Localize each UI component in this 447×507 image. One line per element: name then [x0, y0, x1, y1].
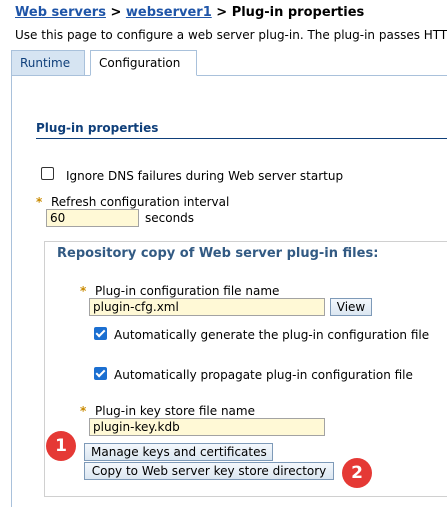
refresh-interval-label: Refresh configuration interval	[51, 195, 230, 209]
page-description: Use this page to configure a web server …	[15, 28, 447, 42]
key-store-input[interactable]	[89, 418, 325, 436]
copy-key-store-button[interactable]: Copy to Web server key store directory	[84, 462, 334, 480]
repository-title: Repository copy of Web server plug-in fi…	[57, 246, 379, 261]
refresh-interval-unit: seconds	[145, 211, 195, 225]
required-marker: *	[80, 284, 87, 298]
required-marker: *	[36, 195, 43, 209]
refresh-interval-input[interactable]	[46, 209, 139, 227]
auto-propagate-label: Automatically propagate plug-in configur…	[114, 368, 413, 382]
key-store-label: Plug-in key store file name	[95, 404, 255, 418]
breadcrumb-link-webserver1[interactable]: webserver1	[126, 5, 212, 20]
config-file-input[interactable]	[89, 298, 325, 316]
tab-configuration[interactable]: Configuration	[90, 50, 197, 76]
auto-generate-checkbox[interactable]	[94, 327, 107, 340]
auto-propagate-checkbox[interactable]	[94, 367, 107, 380]
manage-keys-button[interactable]: Manage keys and certificates	[84, 443, 273, 461]
breadcrumb: Web servers > webserver1 > Plug-in prope…	[15, 5, 364, 20]
config-file-label: Plug-in configuration file name	[95, 284, 280, 298]
breadcrumb-separator: >	[105, 5, 126, 20]
ignore-dns-label: Ignore DNS failures during Web server st…	[66, 169, 344, 183]
tab-runtime[interactable]: Runtime	[11, 50, 85, 76]
callout-marker-2: 2	[342, 458, 372, 488]
required-marker: *	[80, 404, 87, 418]
breadcrumb-current: Plug-in properties	[231, 5, 365, 20]
ignore-dns-checkbox[interactable]	[41, 167, 54, 180]
section-divider	[36, 138, 447, 139]
view-button[interactable]: View	[330, 298, 372, 316]
breadcrumb-separator: >	[211, 5, 232, 20]
breadcrumb-link-web-servers[interactable]: Web servers	[15, 5, 106, 20]
callout-marker-1: 1	[46, 431, 76, 461]
section-title: Plug-in properties	[36, 121, 159, 135]
auto-generate-label: Automatically generate the plug-in confi…	[114, 328, 430, 342]
